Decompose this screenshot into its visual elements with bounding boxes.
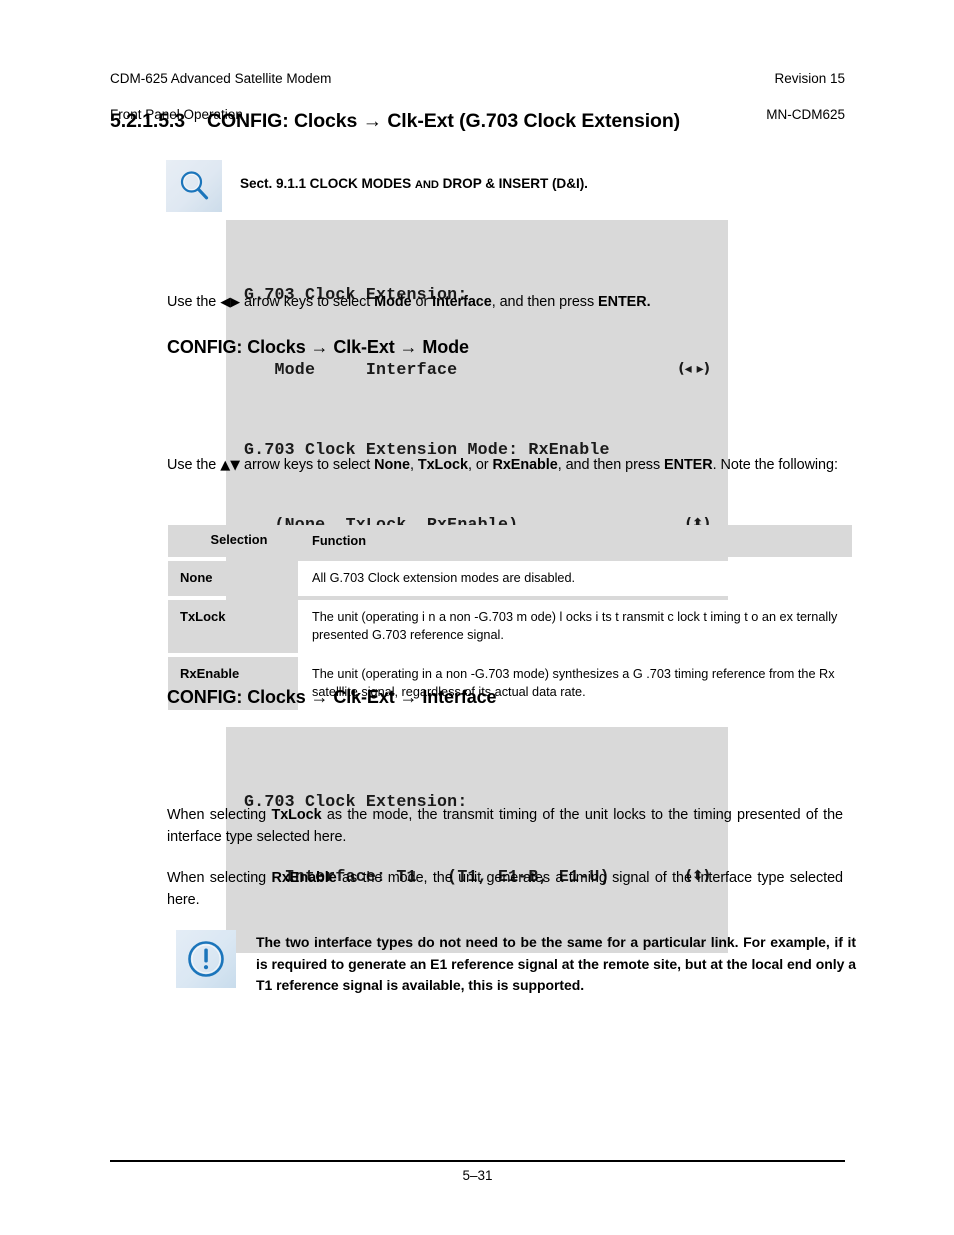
instruction-paragraph-arrows: Use the ◀▶ arrow keys to select Mode or … bbox=[167, 292, 867, 314]
footer-page-number: 5–31 bbox=[462, 1168, 493, 1183]
table-cell-selection: TxLock bbox=[168, 600, 298, 653]
instruction-paragraph-mode-options: Use the ▲▼ arrow keys to select None, Tx… bbox=[167, 455, 857, 477]
magnifier-icon bbox=[180, 171, 209, 200]
para-bold-rxenable: RxEnable bbox=[492, 457, 558, 473]
para-seg-3: or bbox=[411, 294, 433, 310]
para-seg-2: arrow keys to select bbox=[240, 457, 375, 473]
para-seg-6: . Note the following: bbox=[712, 457, 838, 473]
table-header-selection: Selection bbox=[168, 525, 298, 557]
document-page: CDM-625 Advanced Satellite Modem Front P… bbox=[0, 0, 954, 1235]
para-bold-mode: Mode bbox=[374, 294, 412, 310]
para-seg-4: , and then press bbox=[491, 294, 599, 310]
subheading-interface: CONFIG: Clocks → Clk-Ext → Interface bbox=[167, 687, 497, 707]
para-seg-1: When selecting bbox=[167, 870, 272, 886]
header-revision: Revision 15 bbox=[774, 71, 845, 86]
important-note-text: The two interface types do not need to b… bbox=[256, 934, 856, 993]
exclamation-icon-box bbox=[176, 930, 236, 988]
table-header-row: Selection Function bbox=[168, 525, 852, 557]
header-product-name: CDM-625 Advanced Satellite Modem bbox=[110, 71, 332, 86]
selection-function-table: Selection Function None All G.703 Clock … bbox=[168, 521, 852, 714]
para-bold-txlock: TxLock bbox=[271, 807, 322, 823]
para-seg-4: , or bbox=[467, 457, 493, 473]
para-seg-1: When selecting bbox=[167, 807, 272, 823]
footer-divider bbox=[110, 1160, 845, 1162]
para-seg-1: Use the bbox=[167, 457, 221, 473]
important-note-callout: The two interface types do not need to b… bbox=[176, 930, 856, 997]
table-row: None All G.703 Clock extension modes are… bbox=[168, 560, 852, 596]
section-number: 5.2.1.5.3 bbox=[110, 110, 185, 132]
exclamation-circle-icon bbox=[188, 941, 224, 977]
para-bold-enter: ENTER. bbox=[598, 294, 651, 310]
para-seg-1: Use the bbox=[167, 294, 221, 310]
subheading-mode: CONFIG: Clocks → Clk-Ext → Mode bbox=[167, 337, 469, 357]
table-cell-function: The unit (operating i n a non -G.703 m o… bbox=[298, 600, 852, 653]
section-title: CONFIG: Clocks → Clk-Ext (G.703 Clock Ex… bbox=[207, 110, 681, 132]
reference-callout-text: Sect. 9.1.1 CLOCK MODES AND DROP & INSER… bbox=[222, 160, 588, 196]
reference-text-part2: DROP & INSERT (D&I). bbox=[438, 176, 588, 191]
para-seg-5: , and then press bbox=[557, 457, 665, 473]
left-right-arrow-icon: ◀▶ bbox=[220, 295, 241, 310]
para-seg-2: arrow keys to select bbox=[240, 294, 375, 310]
table-header-function: Function bbox=[298, 525, 852, 557]
para-bold-enter: ENTER bbox=[664, 457, 713, 473]
reference-text-and: AND bbox=[414, 179, 439, 191]
paragraph-rxenable-mode: When selecting RxEnable as the mode, the… bbox=[167, 868, 843, 911]
para-bold-none: None bbox=[374, 457, 410, 473]
up-down-arrow-icon: ▲▼ bbox=[220, 458, 241, 473]
para-bold-txlock: TxLock bbox=[417, 457, 468, 473]
table-cell-function: All G.703 Clock extension modes are disa… bbox=[298, 560, 852, 596]
reference-callout: Sect. 9.1.1 CLOCK MODES AND DROP & INSER… bbox=[166, 160, 856, 212]
magnifier-icon-box bbox=[166, 160, 222, 212]
table-row: TxLock The unit (operating i n a non -G.… bbox=[168, 600, 852, 653]
section-heading: 5.2.1.5.3 CONFIG: Clocks → Clk-Ext (G.703… bbox=[110, 110, 870, 133]
para-bold-interface: Interface bbox=[432, 294, 492, 310]
paragraph-txlock-mode: When selecting TxLock as the mode, the t… bbox=[167, 805, 843, 848]
para-bold-rxenable: RxEnable bbox=[271, 870, 337, 886]
reference-text-part1: Sect. 9.1.1 CLOCK MODES bbox=[240, 176, 415, 191]
table-cell-selection: None bbox=[168, 560, 298, 596]
para-seg-3: , bbox=[409, 457, 418, 473]
